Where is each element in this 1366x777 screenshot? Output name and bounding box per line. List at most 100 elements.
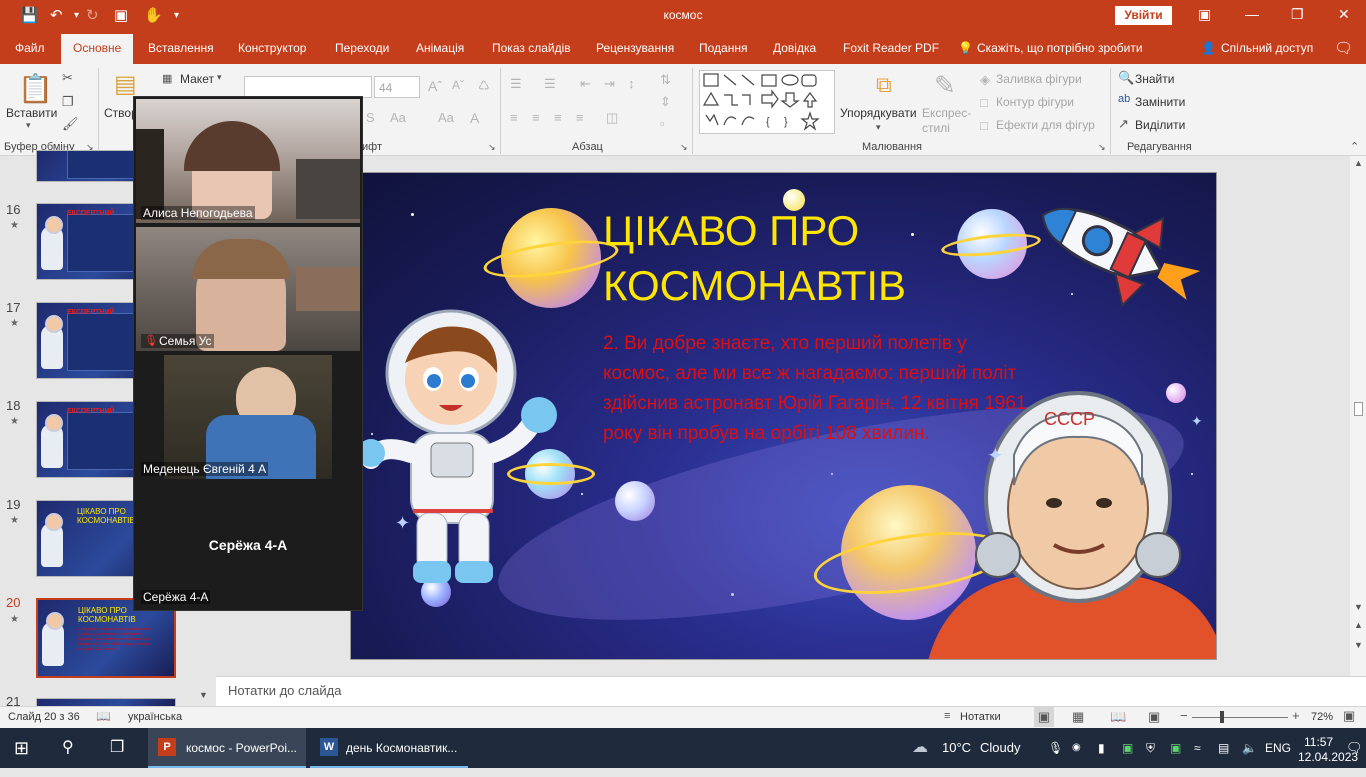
char-spacing-icon[interactable]: Aa [390, 110, 406, 125]
text-shadow-icon[interactable]: S [366, 110, 375, 125]
notes-button[interactable]: Нотатки [960, 711, 1001, 723]
weather-desc[interactable]: Cloudy [980, 728, 1020, 768]
paste-icon[interactable]: 📋 [18, 72, 53, 105]
wifi-icon[interactable]: ≈ [1194, 728, 1201, 768]
font-size-input[interactable]: 44 [374, 76, 420, 98]
fit-slide-icon[interactable]: ▣ [1343, 708, 1355, 724]
line-spacing-icon[interactable]: ↕ [628, 76, 635, 91]
ribbon-display-options-icon[interactable]: ▣ [1198, 6, 1211, 23]
participant-video[interactable]: Семья Ус 🎙 [136, 227, 360, 351]
arrange-button[interactable]: Упорядкувати [840, 106, 917, 120]
decrease-font-icon[interactable]: Aˇ [452, 78, 464, 92]
slide-title[interactable]: ЦІКАВО ПРО КОСМОНАВТІВ [603, 203, 1023, 313]
microphone-icon[interactable]: 🎙 [1048, 728, 1063, 768]
decrease-indent-icon[interactable]: ⇤ [580, 76, 591, 92]
layout-dropdown-icon[interactable]: ▾ [217, 72, 222, 83]
tell-me-input[interactable]: Скажіть, що потрібно зробити [977, 41, 1143, 55]
font-color-icon[interactable]: A [470, 110, 479, 126]
increase-indent-icon[interactable]: ⇥ [604, 76, 615, 92]
participant-video[interactable]: Алиса Непогодьева [136, 99, 360, 223]
zoom-slider-thumb[interactable] [1220, 711, 1224, 723]
text-direction-icon[interactable]: ⇅ [660, 72, 671, 88]
slideshow-icon[interactable]: ▣ [1148, 709, 1160, 725]
paragraph-launcher-icon[interactable]: ↘ [680, 142, 688, 153]
tab-review[interactable]: Рецензування [596, 41, 674, 55]
slide-canvas[interactable]: СССР ✦ ✦ ✦ ЦІКАВО ПРО КОСМОНАВТІВ 2. Ви … [350, 172, 1217, 660]
security-icon[interactable]: ⛨ [1146, 728, 1155, 768]
quick-styles-button[interactable]: Експрес-стилі [922, 106, 972, 136]
format-painter-icon[interactable]: 🖌 [62, 116, 79, 132]
layout-icon[interactable]: ▦ [162, 72, 172, 85]
network-icon[interactable]: ▤ [1218, 728, 1229, 768]
paste-button[interactable]: Вставити [6, 106, 57, 120]
app-tray-icon[interactable]: ▣ [1122, 728, 1133, 768]
share-icon[interactable]: 👤 [1201, 41, 1216, 55]
copy-icon[interactable]: ❐ [62, 94, 74, 110]
notifications-icon[interactable]: 🗨 [1346, 728, 1363, 768]
zoom-out-icon[interactable]: − [1180, 708, 1188, 723]
smartart-icon[interactable]: ▫ [660, 116, 665, 131]
cut-icon[interactable]: ✂ [62, 70, 73, 86]
tab-help[interactable]: Довідка [773, 41, 816, 55]
minimize-icon[interactable]: — [1245, 6, 1259, 22]
paste-dropdown-icon[interactable]: ▾ [26, 120, 31, 131]
next-slide-icon[interactable]: ▼ [1354, 640, 1363, 650]
change-case-icon[interactable]: Aa [438, 110, 454, 125]
tab-home[interactable]: Основне [61, 34, 134, 64]
tray-app-icon[interactable]: ▣ [1170, 728, 1181, 768]
start-icon[interactable]: ⊞ [14, 728, 29, 768]
slide-sorter-icon[interactable]: ▦ [1072, 709, 1084, 725]
tab-view[interactable]: Подання [699, 41, 747, 55]
numbering-icon[interactable]: ☰ [544, 76, 556, 92]
zoom-slider[interactable] [1192, 717, 1288, 718]
language-indicator[interactable]: українська [128, 711, 182, 723]
close-icon[interactable]: ✕ [1338, 6, 1350, 23]
tab-slideshow[interactable]: Показ слайдів [492, 41, 571, 55]
shape-effects-icon[interactable]: □ [980, 118, 988, 133]
replace-icon[interactable]: ab [1118, 93, 1130, 105]
align-left-icon[interactable]: ≡ [510, 110, 518, 125]
align-center-icon[interactable]: ≡ [532, 110, 540, 125]
tab-transitions[interactable]: Переходи [335, 41, 389, 55]
video-call-panel[interactable]: Алиса Непогодьева Семья Ус 🎙 Меденець Єв… [133, 96, 363, 611]
tab-file[interactable]: Файл [15, 41, 45, 55]
sign-in-button[interactable]: Увійти [1115, 6, 1172, 25]
normal-view-icon[interactable]: ▣ [1034, 707, 1054, 727]
justify-icon[interactable]: ≡ [576, 110, 584, 125]
shape-outline-button[interactable]: Контур фігури [996, 95, 1074, 109]
reading-view-icon[interactable]: 📖 [1110, 709, 1126, 725]
align-right-icon[interactable]: ≡ [554, 110, 562, 125]
comments-icon[interactable]: 🗨 [1334, 39, 1353, 57]
zoom-in-icon[interactable]: + [1292, 708, 1300, 723]
taskbar-powerpoint[interactable]: P космос - PowerPoi... [148, 728, 306, 768]
input-language[interactable]: ENG [1265, 728, 1291, 768]
clear-formatting-icon[interactable]: ♺ [478, 78, 490, 94]
shapes-gallery[interactable]: {} [699, 70, 835, 134]
zoom-tray-icon[interactable]: ◉ [1072, 728, 1081, 768]
task-view-icon[interactable]: ❐ [110, 728, 124, 768]
find-button[interactable]: Знайти [1135, 72, 1174, 86]
quick-styles-icon[interactable]: ✎ [934, 70, 956, 101]
notes-icon[interactable]: ≡ [944, 710, 950, 722]
bullets-icon[interactable]: ☰ [510, 76, 522, 92]
volume-icon[interactable]: 🔈 [1242, 728, 1257, 768]
columns-icon[interactable]: ◫ [606, 110, 618, 126]
scroll-thumb[interactable] [1354, 402, 1363, 416]
shape-effects-button[interactable]: Ефекти для фігур [996, 118, 1095, 132]
tab-animations[interactable]: Анімація [416, 41, 464, 55]
drawing-launcher-icon[interactable]: ↘ [1098, 142, 1106, 153]
font-name-input[interactable] [244, 76, 372, 98]
layout-button[interactable]: Макет [180, 72, 214, 86]
previous-slide-icon[interactable]: ▲ [1354, 620, 1363, 630]
arrange-dropdown-icon[interactable]: ▾ [876, 122, 881, 133]
collapse-ribbon-icon[interactable]: ⌃ [1350, 140, 1359, 153]
slide-scrollbar[interactable]: ▲ ▼ ▲ ▼ [1350, 156, 1366, 676]
tab-foxit[interactable]: Foxit Reader PDF [843, 41, 939, 55]
align-text-icon[interactable]: ⇕ [660, 94, 671, 110]
scroll-down-icon[interactable]: ▼ [1354, 602, 1363, 612]
weather-temp[interactable]: 10°C [942, 728, 971, 768]
shape-outline-icon[interactable]: □ [980, 95, 988, 110]
slide-body-text[interactable]: 2. Ви добре знаєте, хто перший полетів у… [603, 329, 1033, 449]
find-icon[interactable]: 🔍 [1118, 70, 1134, 86]
select-button[interactable]: Виділити [1135, 118, 1185, 132]
